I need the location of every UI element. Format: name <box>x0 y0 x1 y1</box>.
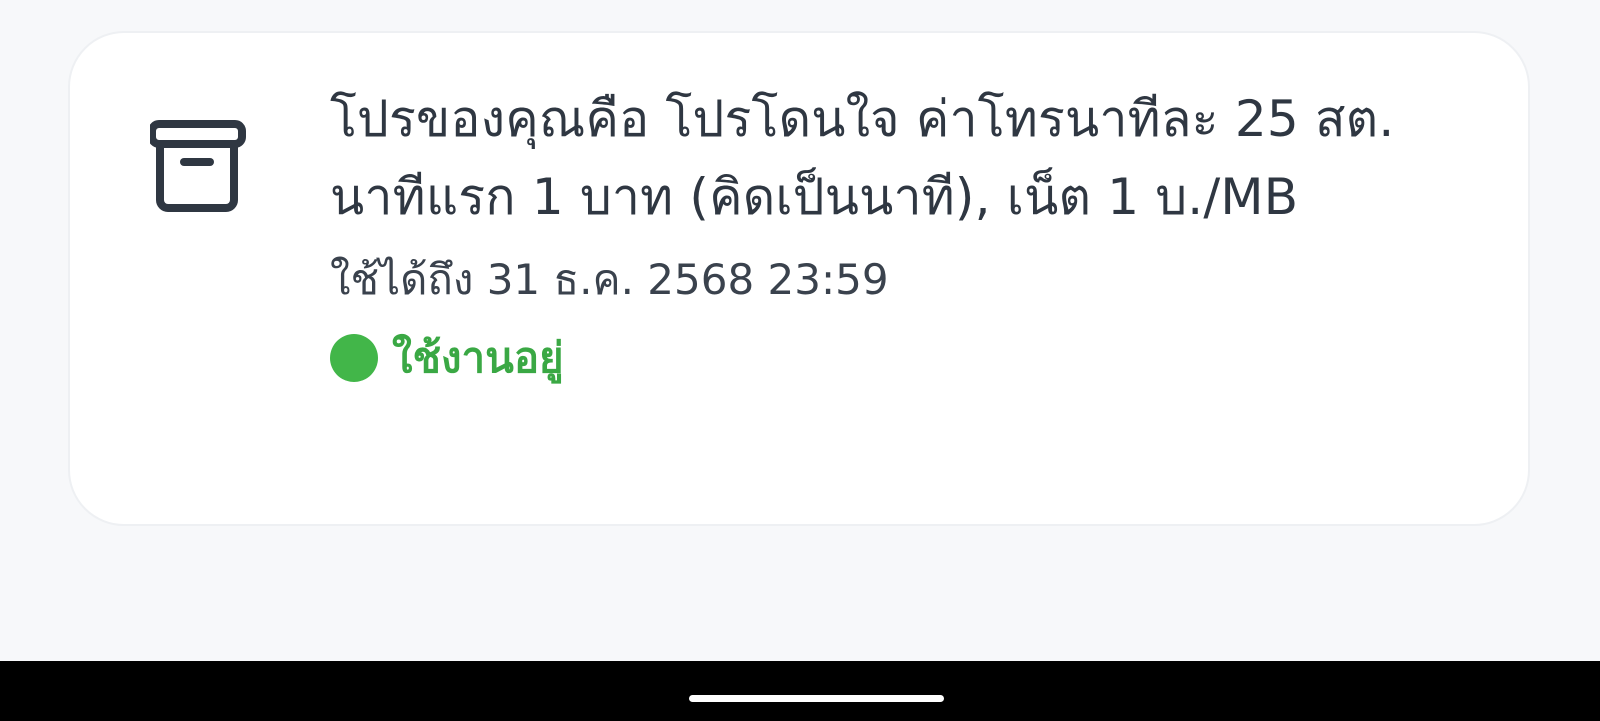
promotion-details: โปรของคุณคือ โปรโดนใจ ค่าโทรนาทีละ 25 สต… <box>330 80 1400 386</box>
archive-box-icon <box>148 120 250 216</box>
system-navigation-bar <box>0 661 1600 721</box>
screen: โปรของคุณคือ โปรโดนใจ ค่าโทรนาทีละ 25 สต… <box>0 0 1600 721</box>
home-indicator[interactable] <box>689 695 944 702</box>
promotion-title: โปรของคุณคือ โปรโดนใจ ค่าโทรนาทีละ 25 สต… <box>330 90 1395 226</box>
status-active-dot-icon <box>330 334 378 382</box>
status-row: ใช้งานอยู่ <box>330 330 1400 386</box>
status-badge: ใช้งานอยู่ <box>392 333 564 382</box>
expiry-date: ใช้ได้ถึง 31 ธ.ค. 2568 23:59 <box>330 255 889 304</box>
